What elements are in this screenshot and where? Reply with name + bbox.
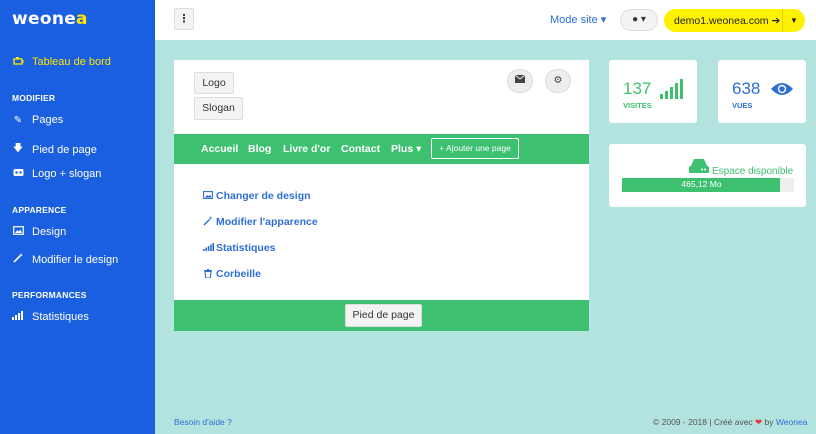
views-card: 638 VUES — [718, 60, 806, 123]
help-link[interactable]: Besoin d'aide ? — [174, 417, 232, 427]
site-navigation: Accueil Blog Livre d'or Contact Plus ▾ +… — [174, 134, 589, 164]
brand-link[interactable]: Weonea — [776, 417, 808, 427]
disk-space-value: 465,12 Mo — [681, 179, 722, 189]
sidebar-item-label: Pied de page — [32, 143, 97, 156]
gear-icon: ⚙ — [553, 75, 563, 86]
change-design-link[interactable]: Changer de design — [203, 190, 311, 202]
nav-item-more[interactable]: Plus ▾ — [391, 143, 421, 155]
picture-icon — [12, 226, 24, 238]
visits-card: 137 VISITES — [609, 60, 697, 123]
eye-icon — [770, 81, 794, 102]
nav-item-contact[interactable]: Contact — [341, 143, 380, 155]
sidebar-item-label: Pages — [32, 114, 64, 126]
copyright: © 2009 - 2018 | Créé avec ❤ by Weonea — [653, 417, 807, 428]
picture-icon — [203, 191, 213, 201]
nav-item-home[interactable]: Accueil — [201, 143, 238, 155]
site-preview: Logo Slogan ⚙ Accueil Blog Livre d'or Co… — [174, 60, 589, 331]
image-icon — [12, 168, 24, 180]
disk-space-title: Espace disponible — [712, 166, 794, 177]
sidebar-item-footer[interactable]: 🡇 Pied de page — [12, 141, 97, 158]
copyright-by: by — [764, 417, 774, 427]
sidebar-item-label: Statistiques — [32, 311, 89, 323]
visits-label: VISITES — [623, 101, 652, 110]
user-menu-button[interactable]: ● ▾ — [620, 9, 658, 31]
trash-icon — [203, 268, 213, 280]
sidebar-item-logo-slogan[interactable]: Logo + slogan — [12, 168, 101, 180]
sidebar-item-design[interactable]: Design — [12, 226, 66, 238]
brand-logo[interactable]: weonea — [12, 9, 88, 29]
disk-space-card: Espace disponible 465,12 Mo — [609, 144, 806, 207]
sidebar-item-label: Design — [32, 226, 67, 238]
copyright-text: © 2009 - 2018 | Créé avec — [653, 417, 753, 427]
dashboard-icon — [12, 56, 24, 68]
mail-button[interactable] — [507, 69, 533, 93]
logo-button[interactable]: Logo — [194, 72, 234, 94]
sidebar-item-label: Tableau de bord — [32, 56, 111, 68]
domain-dropdown-toggle[interactable]: ▼ — [783, 16, 805, 25]
nav-item-guestbook[interactable]: Livre d'or — [283, 143, 330, 155]
sidebar: weonea Tableau de bord MODIFIER ✎ Pages … — [0, 0, 155, 434]
section-heading-apparence: APPARENCE — [12, 205, 67, 215]
section-heading-performances: PERFORMANCES — [12, 290, 87, 300]
magic-wand-icon — [12, 253, 24, 266]
settings-button[interactable]: ⚙ — [545, 69, 571, 93]
disk-progress-track: 465,12 Mo — [622, 178, 794, 192]
site-mode-dropdown[interactable]: Mode site ▾ — [550, 13, 606, 26]
link-label: Modifier l'apparence — [216, 216, 318, 228]
site-footer-bar: Pied de page — [174, 300, 589, 331]
views-label: VUES — [732, 101, 753, 110]
trash-link[interactable]: Corbeille — [203, 268, 261, 280]
pencil-icon: ✎ — [13, 114, 23, 126]
statistics-link[interactable]: Statistiques — [203, 242, 276, 254]
edit-appearance-link[interactable]: Modifier l'apparence — [203, 216, 318, 228]
views-value: 638 — [732, 79, 761, 98]
user-icon: ● ▾ — [632, 14, 646, 25]
link-label: Corbeille — [216, 268, 261, 280]
link-label: Statistiques — [216, 242, 276, 254]
sidebar-item-edit-design[interactable]: Modifier le design — [12, 253, 118, 266]
footer-button[interactable]: Pied de page — [345, 304, 422, 327]
signal-bars-icon — [12, 311, 24, 323]
sidebar-item-label: Modifier le design — [32, 253, 119, 266]
server-icon — [689, 158, 709, 179]
sidebar-item-pages[interactable]: ✎ Pages — [12, 114, 63, 126]
add-page-button[interactable]: + Ajouter une page — [431, 138, 519, 159]
more-options-button[interactable]: ⋮ — [174, 8, 194, 30]
nav-item-blog[interactable]: Blog — [248, 143, 271, 155]
signal-bars-icon — [203, 243, 214, 253]
sidebar-item-statistics[interactable]: Statistiques — [12, 311, 89, 323]
link-label: Changer de design — [216, 190, 311, 202]
section-heading-modifier: MODIFIER — [12, 93, 56, 103]
domain-label: demo1.weonea.com ➔ — [674, 14, 781, 27]
sidebar-item-dashboard[interactable]: Tableau de bord — [12, 56, 111, 68]
domain-button[interactable]: demo1.weonea.com ➔ ▼ — [664, 9, 805, 32]
slogan-button[interactable]: Slogan — [194, 97, 243, 120]
top-bar: ⋮ Mode site ▾ ● ▾ demo1.weonea.com ➔ ▼ — [155, 0, 816, 40]
sidebar-item-label: Logo + slogan — [32, 168, 102, 180]
visits-value: 137 — [623, 79, 652, 98]
arrow-down-icon: 🡇 — [12, 143, 24, 154]
signal-bars-icon — [660, 79, 684, 104]
envelope-icon — [514, 74, 526, 86]
heart-icon: ❤ — [755, 417, 763, 427]
magic-wand-icon — [203, 216, 213, 228]
